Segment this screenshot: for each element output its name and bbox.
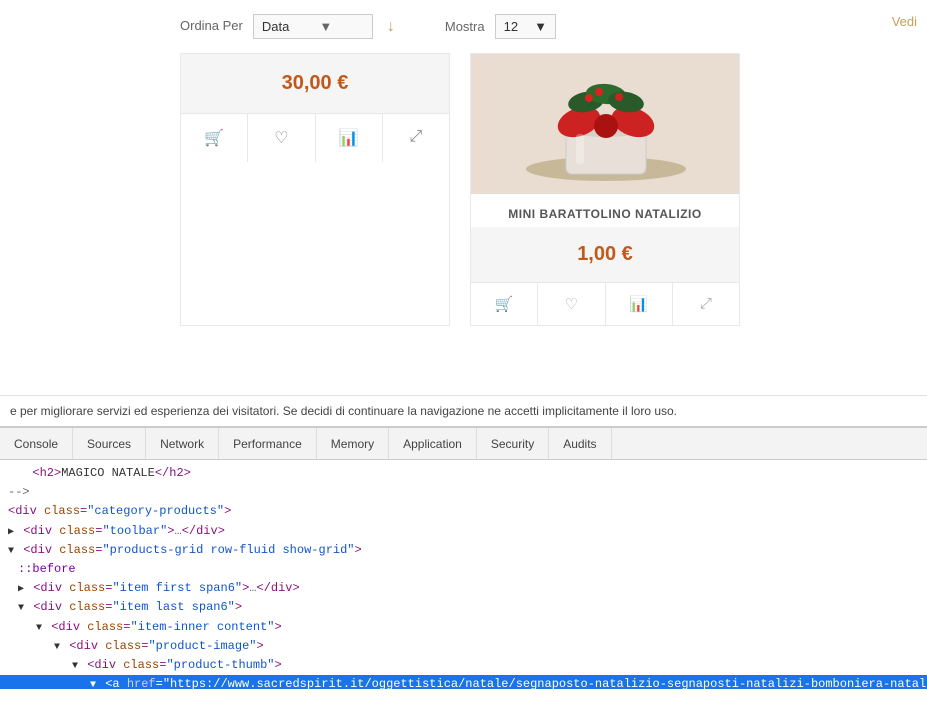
tab-audits[interactable]: Audits [549,428,611,459]
show-label: Mostra [445,19,485,34]
add-to-cart-btn-1[interactable]: 🛒 [181,114,248,162]
compare-btn-1[interactable]: 📊 [316,114,383,162]
product-card-1: 30,00 € 🛒 ♡ 📊 ⤢ [180,53,450,326]
code-line-7: ▶ <div class="item first span6">…</div> [0,579,927,598]
sort-value: Data [262,19,289,34]
vedi-link[interactable]: Vedi [892,14,917,29]
tab-console[interactable]: Console [0,428,73,459]
sort-direction-arrow: ↓ [387,18,395,36]
product-price-area-2: 1,00 € [471,227,739,282]
code-line-9: ▼ <div class="item-inner content"> [0,618,927,637]
product-actions-2: 🛒 ♡ 📊 ⤢ [471,282,739,325]
sort-select[interactable]: Data ▼ [253,14,373,39]
sort-label: Ordina Per [180,18,243,35]
tab-security[interactable]: Security [477,428,549,459]
product-price-1: 30,00 € [282,72,349,94]
product-image-2 [471,54,740,194]
product-actions-1: 🛒 ♡ 📊 ⤢ [181,113,449,162]
code-line-11: ▼ <div class="product-thumb"> [0,656,927,675]
product-price-2: 1,00 € [577,243,633,265]
product-card-2: MINI BARATTOLINO NATALIZIO 1,00 € 🛒 ♡ 📊 … [470,53,740,326]
code-line-2: --> [0,483,927,502]
wishlist-btn-1[interactable]: ♡ [248,114,315,162]
code-line-3: <div class="category-products"> [0,502,927,521]
show-dropdown-arrow: ▼ [534,19,547,34]
code-line-1: <h2>MAGICO NATALE</h2> [0,464,927,483]
code-line-5: ▼ <div class="products-grid row-fluid sh… [0,541,927,560]
tab-network[interactable]: Network [146,428,219,459]
show-value: 12 [504,19,518,34]
code-line-10: ▼ <div class="product-image"> [0,637,927,656]
tab-sources[interactable]: Sources [73,428,146,459]
tab-memory[interactable]: Memory [317,428,389,459]
code-line-4: ▶ <div class="toolbar">…</div> [0,522,927,541]
sort-bar: Ordina Per Data ▼ ↓ Mostra 12 ▼ Vedi [0,0,927,53]
wishlist-btn-2[interactable]: ♡ [538,283,605,325]
sort-dropdown-arrow: ▼ [319,19,332,34]
cookie-text: e per migliorare servizi ed esperienza d… [10,404,677,418]
devtools-code-panel[interactable]: <h2>MAGICO NATALE</h2> --> <div class="c… [0,460,927,689]
compare-btn-2[interactable]: 📊 [606,283,673,325]
code-line-6: ::before [0,560,927,579]
cookie-bar: e per migliorare servizi ed esperienza d… [0,395,927,426]
product-name-2: MINI BARATTOLINO NATALIZIO [471,197,739,227]
products-area: 30,00 € 🛒 ♡ 📊 ⤢ [0,53,927,326]
tab-performance[interactable]: Performance [219,428,317,459]
add-to-cart-btn-2[interactable]: 🛒 [471,283,538,325]
product-price-area-1: 30,00 € [181,54,449,113]
devtools-panel: Console Sources Network Performance Memo… [0,426,927,689]
code-line-12[interactable]: ▼ <a href="https://www.sacredspirit.it/o… [0,675,927,689]
expand-btn-2[interactable]: ⤢ [673,283,739,325]
devtools-tabs: Console Sources Network Performance Memo… [0,428,927,460]
page-area: Ordina Per Data ▼ ↓ Mostra 12 ▼ Vedi 30,… [0,0,927,395]
expand-btn-1[interactable]: ⤢ [383,114,449,162]
tab-application[interactable]: Application [389,428,477,459]
show-select[interactable]: 12 ▼ [495,14,556,39]
code-line-8: ▼ <div class="item last span6"> [0,598,927,617]
